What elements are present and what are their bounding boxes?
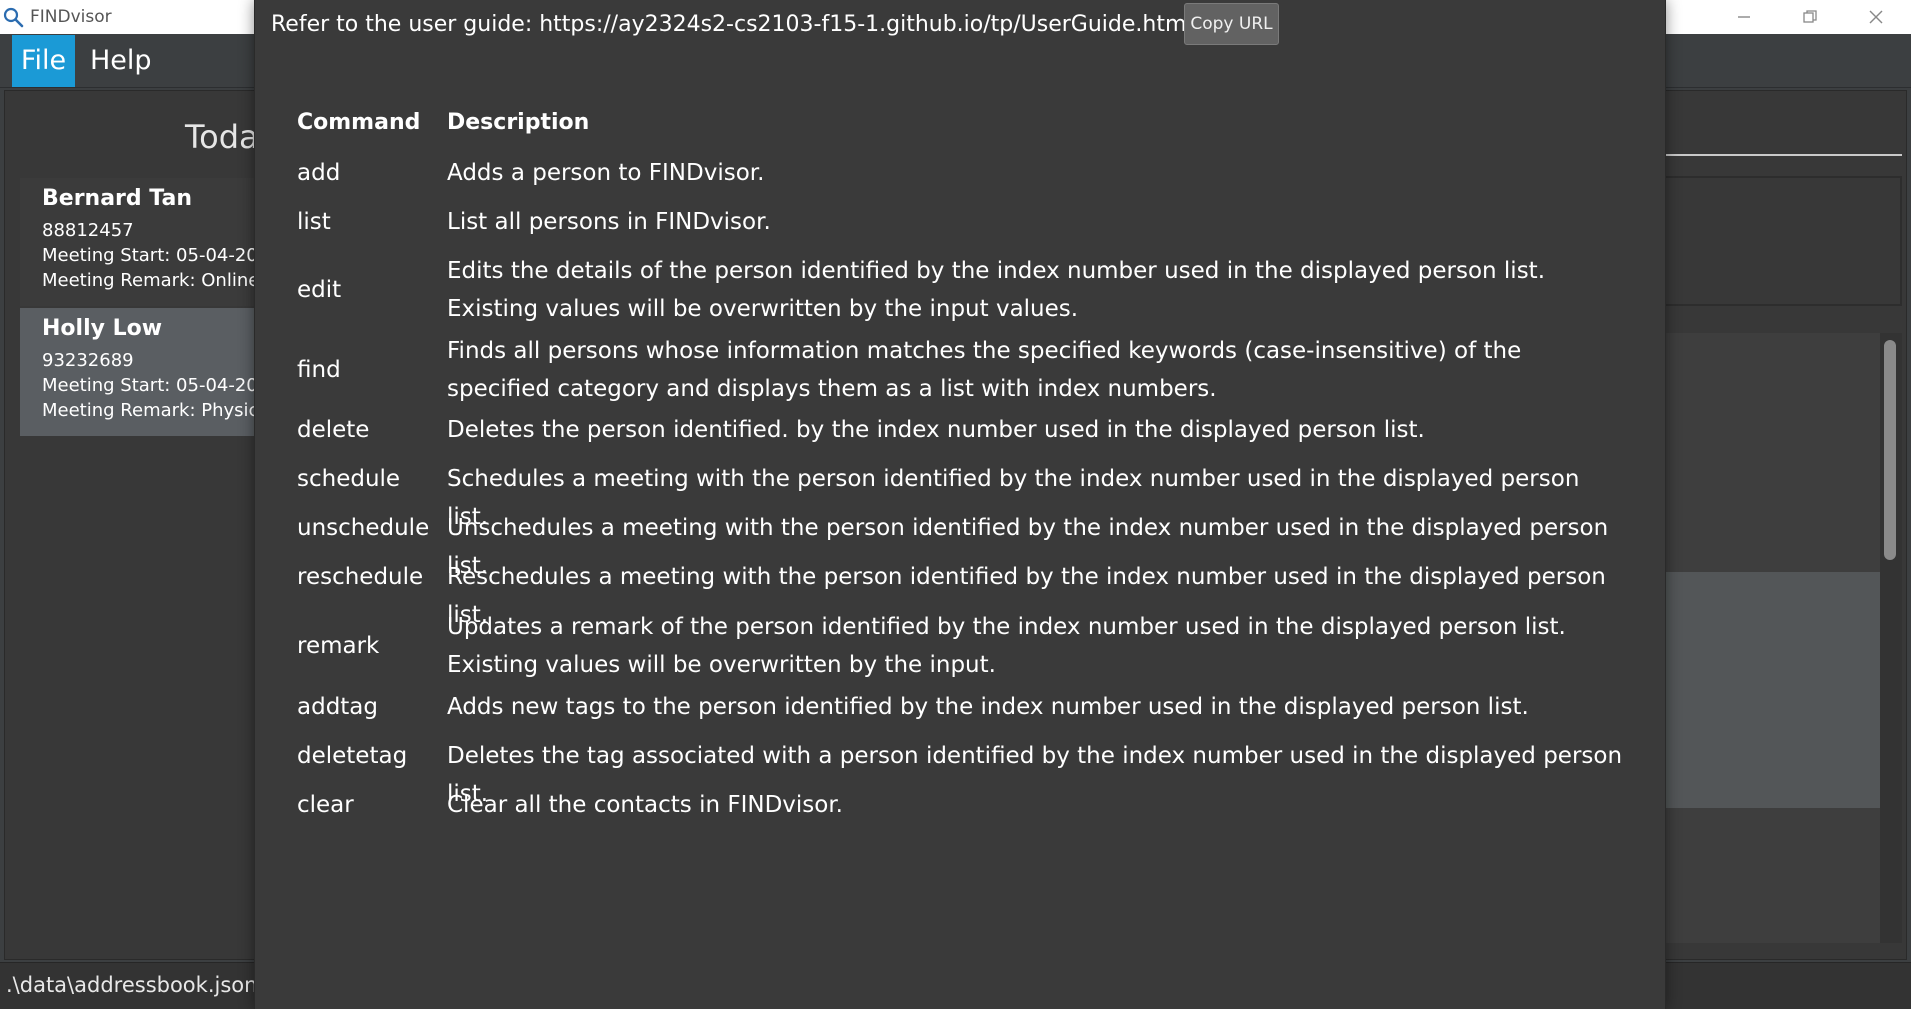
- command-row: addtag Adds new tags to the person identi…: [297, 688, 1637, 726]
- person-card-selected[interactable]: Holly Low 93232689 Meeting Start: 05-04-…: [20, 308, 260, 436]
- command-row: schedule Schedules a meeting with the per…: [297, 460, 1637, 530]
- minimize-icon: [1738, 16, 1750, 18]
- command-name: list: [297, 209, 331, 235]
- column-header-description: Description: [447, 110, 590, 135]
- command-name: find: [297, 357, 341, 383]
- close-icon: [1869, 10, 1883, 24]
- minimize-button[interactable]: [1711, 0, 1777, 34]
- selected-list-item[interactable]: [1666, 572, 1880, 808]
- user-guide-text: Refer to the user guide: https://ay2324s…: [271, 12, 1193, 37]
- command-description: List all persons in FINDvisor.: [447, 209, 771, 235]
- command-row: unschedule Unschedules a meeting with the…: [297, 509, 1637, 579]
- command-row: remark Updates a remark of the person ide…: [297, 608, 1637, 684]
- today-panel-title: Toda: [185, 118, 259, 156]
- command-name: reschedule: [297, 564, 424, 590]
- command-description: Clear all the contacts in FINDvisor.: [447, 792, 843, 818]
- command-name: unschedule: [297, 515, 430, 541]
- command-box-underline: [1666, 154, 1902, 156]
- command-description: Updates a remark of the person identifie…: [447, 614, 1566, 678]
- command-name: schedule: [297, 466, 401, 492]
- command-name: edit: [297, 277, 342, 303]
- column-header-command: Command: [297, 110, 421, 135]
- result-display: [1666, 176, 1902, 306]
- maximize-button[interactable]: [1777, 0, 1843, 34]
- command-name: remark: [297, 633, 380, 659]
- person-meeting-start: Meeting Start: 05-04-202: [42, 375, 260, 396]
- menu-help[interactable]: Help: [80, 35, 162, 87]
- close-button[interactable]: [1843, 0, 1909, 34]
- command-description: Adds new tags to the person identified b…: [447, 694, 1529, 720]
- command-name: addtag: [297, 694, 379, 720]
- person-meeting-start: Meeting Start: 05-04-202: [42, 245, 260, 266]
- command-name: delete: [297, 417, 370, 443]
- command-row: list List all persons in FINDvisor.: [297, 203, 1637, 241]
- command-row: delete Deletes the person identified. by …: [297, 411, 1637, 449]
- command-row: deletetag Deletes the tag associated with…: [297, 737, 1637, 807]
- copy-url-button[interactable]: Copy URL: [1184, 3, 1279, 45]
- command-description: Adds a person to FINDvisor.: [447, 160, 765, 186]
- person-name: Bernard Tan: [42, 186, 192, 211]
- person-meeting-remark: Meeting Remark: Online: [42, 270, 260, 291]
- command-row: find Finds all persons whose information …: [297, 332, 1637, 408]
- scrollbar-thumb[interactable]: [1884, 340, 1896, 560]
- command-description: Deletes the person identified. by the in…: [447, 417, 1425, 443]
- help-window: Refer to the user guide: https://ay2324s…: [254, 0, 1666, 1009]
- command-name: clear: [297, 792, 354, 818]
- command-name: deletetag: [297, 743, 408, 769]
- person-name: Holly Low: [42, 316, 163, 341]
- command-name: add: [297, 160, 341, 186]
- app-root: FINDvisor File Help Toda Bernard Tan 888…: [0, 0, 1911, 1009]
- window-title: FINDvisor: [30, 7, 112, 27]
- command-row: clear Clear all the contacts in FINDvisor…: [297, 786, 1637, 824]
- person-meeting-remark: Meeting Remark: Physica: [42, 400, 260, 421]
- status-file-path: .\data\addressbook.json: [6, 973, 258, 997]
- person-phone: 93232689: [42, 350, 134, 371]
- person-card[interactable]: Bernard Tan 88812457 Meeting Start: 05-0…: [20, 178, 260, 306]
- command-description: Finds all persons whose information matc…: [447, 338, 1522, 402]
- restore-icon: [1803, 10, 1817, 23]
- command-row: add Adds a person to FINDvisor.: [297, 154, 1637, 192]
- menu-file[interactable]: File: [12, 35, 75, 87]
- search-icon: [3, 7, 24, 28]
- command-row: reschedule Reschedules a meeting with the…: [297, 558, 1637, 628]
- command-row: edit Edits the details of the person iden…: [297, 252, 1637, 328]
- person-phone: 88812457: [42, 220, 134, 241]
- command-description: Edits the details of the person identifi…: [447, 258, 1546, 322]
